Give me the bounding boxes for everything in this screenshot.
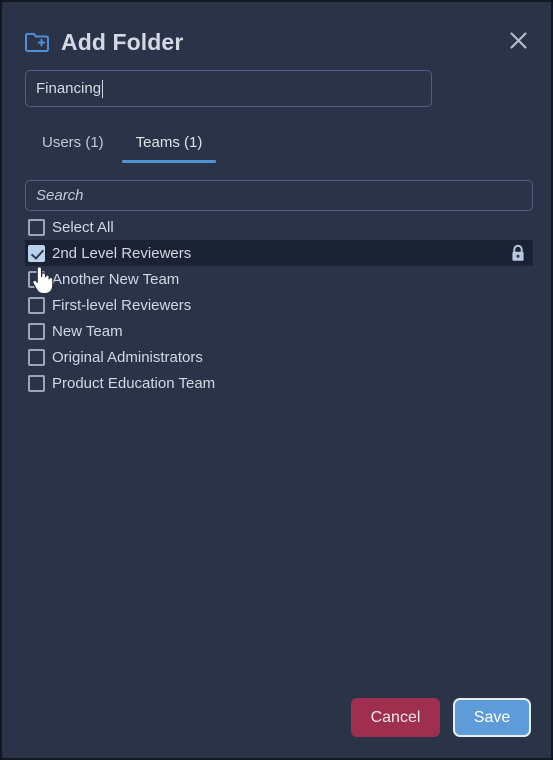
table-row[interactable]: Another New Team <box>25 266 533 292</box>
team-label: Product Education Team <box>52 374 216 392</box>
select-all-checkbox[interactable] <box>28 218 45 236</box>
team-label: 2nd Level Reviewers <box>52 244 192 262</box>
page-title: Add Folder <box>61 28 184 55</box>
tab-users[interactable]: Users (1) <box>26 133 120 163</box>
tab-bar: Users (1) Teams (1) <box>26 133 218 165</box>
team-label: First-level Reviewers <box>52 296 192 314</box>
lock-icon <box>510 244 526 262</box>
team-label: Another New Team <box>52 270 180 288</box>
table-row[interactable]: New Team <box>25 318 533 344</box>
team-checkbox[interactable] <box>28 270 45 288</box>
team-checkbox[interactable] <box>28 296 45 314</box>
dialog-header: Add Folder <box>24 23 533 61</box>
dialog-footer: Cancel Save <box>351 698 531 737</box>
folder-name-value: Financing <box>36 80 102 97</box>
team-label: Original Administrators <box>52 348 203 366</box>
cancel-button[interactable]: Cancel <box>351 698 440 737</box>
team-checkbox[interactable] <box>28 322 45 340</box>
team-checkbox[interactable] <box>28 374 45 392</box>
table-row[interactable]: Product Education Team <box>25 370 533 396</box>
team-checkbox[interactable] <box>28 348 45 366</box>
text-caret <box>102 79 104 98</box>
folder-plus-icon <box>24 30 50 54</box>
select-all-label: Select All <box>52 218 114 236</box>
folder-name-input[interactable]: Financing <box>25 70 432 107</box>
teams-list: Select All 2nd Level Reviewers Another N… <box>25 214 533 634</box>
search-input[interactable]: Search <box>25 180 533 211</box>
table-row[interactable]: First-level Reviewers <box>25 292 533 318</box>
save-button[interactable]: Save <box>453 698 531 737</box>
table-row[interactable]: Original Administrators <box>25 344 533 370</box>
search-placeholder: Search <box>36 187 84 204</box>
tab-teams[interactable]: Teams (1) <box>120 133 219 163</box>
close-icon[interactable] <box>503 25 533 55</box>
add-folder-dialog: Add Folder Financing Users (1) Teams (1)… <box>0 0 553 760</box>
team-checkbox[interactable] <box>28 244 45 262</box>
select-all-row[interactable]: Select All <box>25 214 533 240</box>
table-row[interactable]: 2nd Level Reviewers <box>25 240 533 266</box>
team-label: New Team <box>52 322 123 340</box>
